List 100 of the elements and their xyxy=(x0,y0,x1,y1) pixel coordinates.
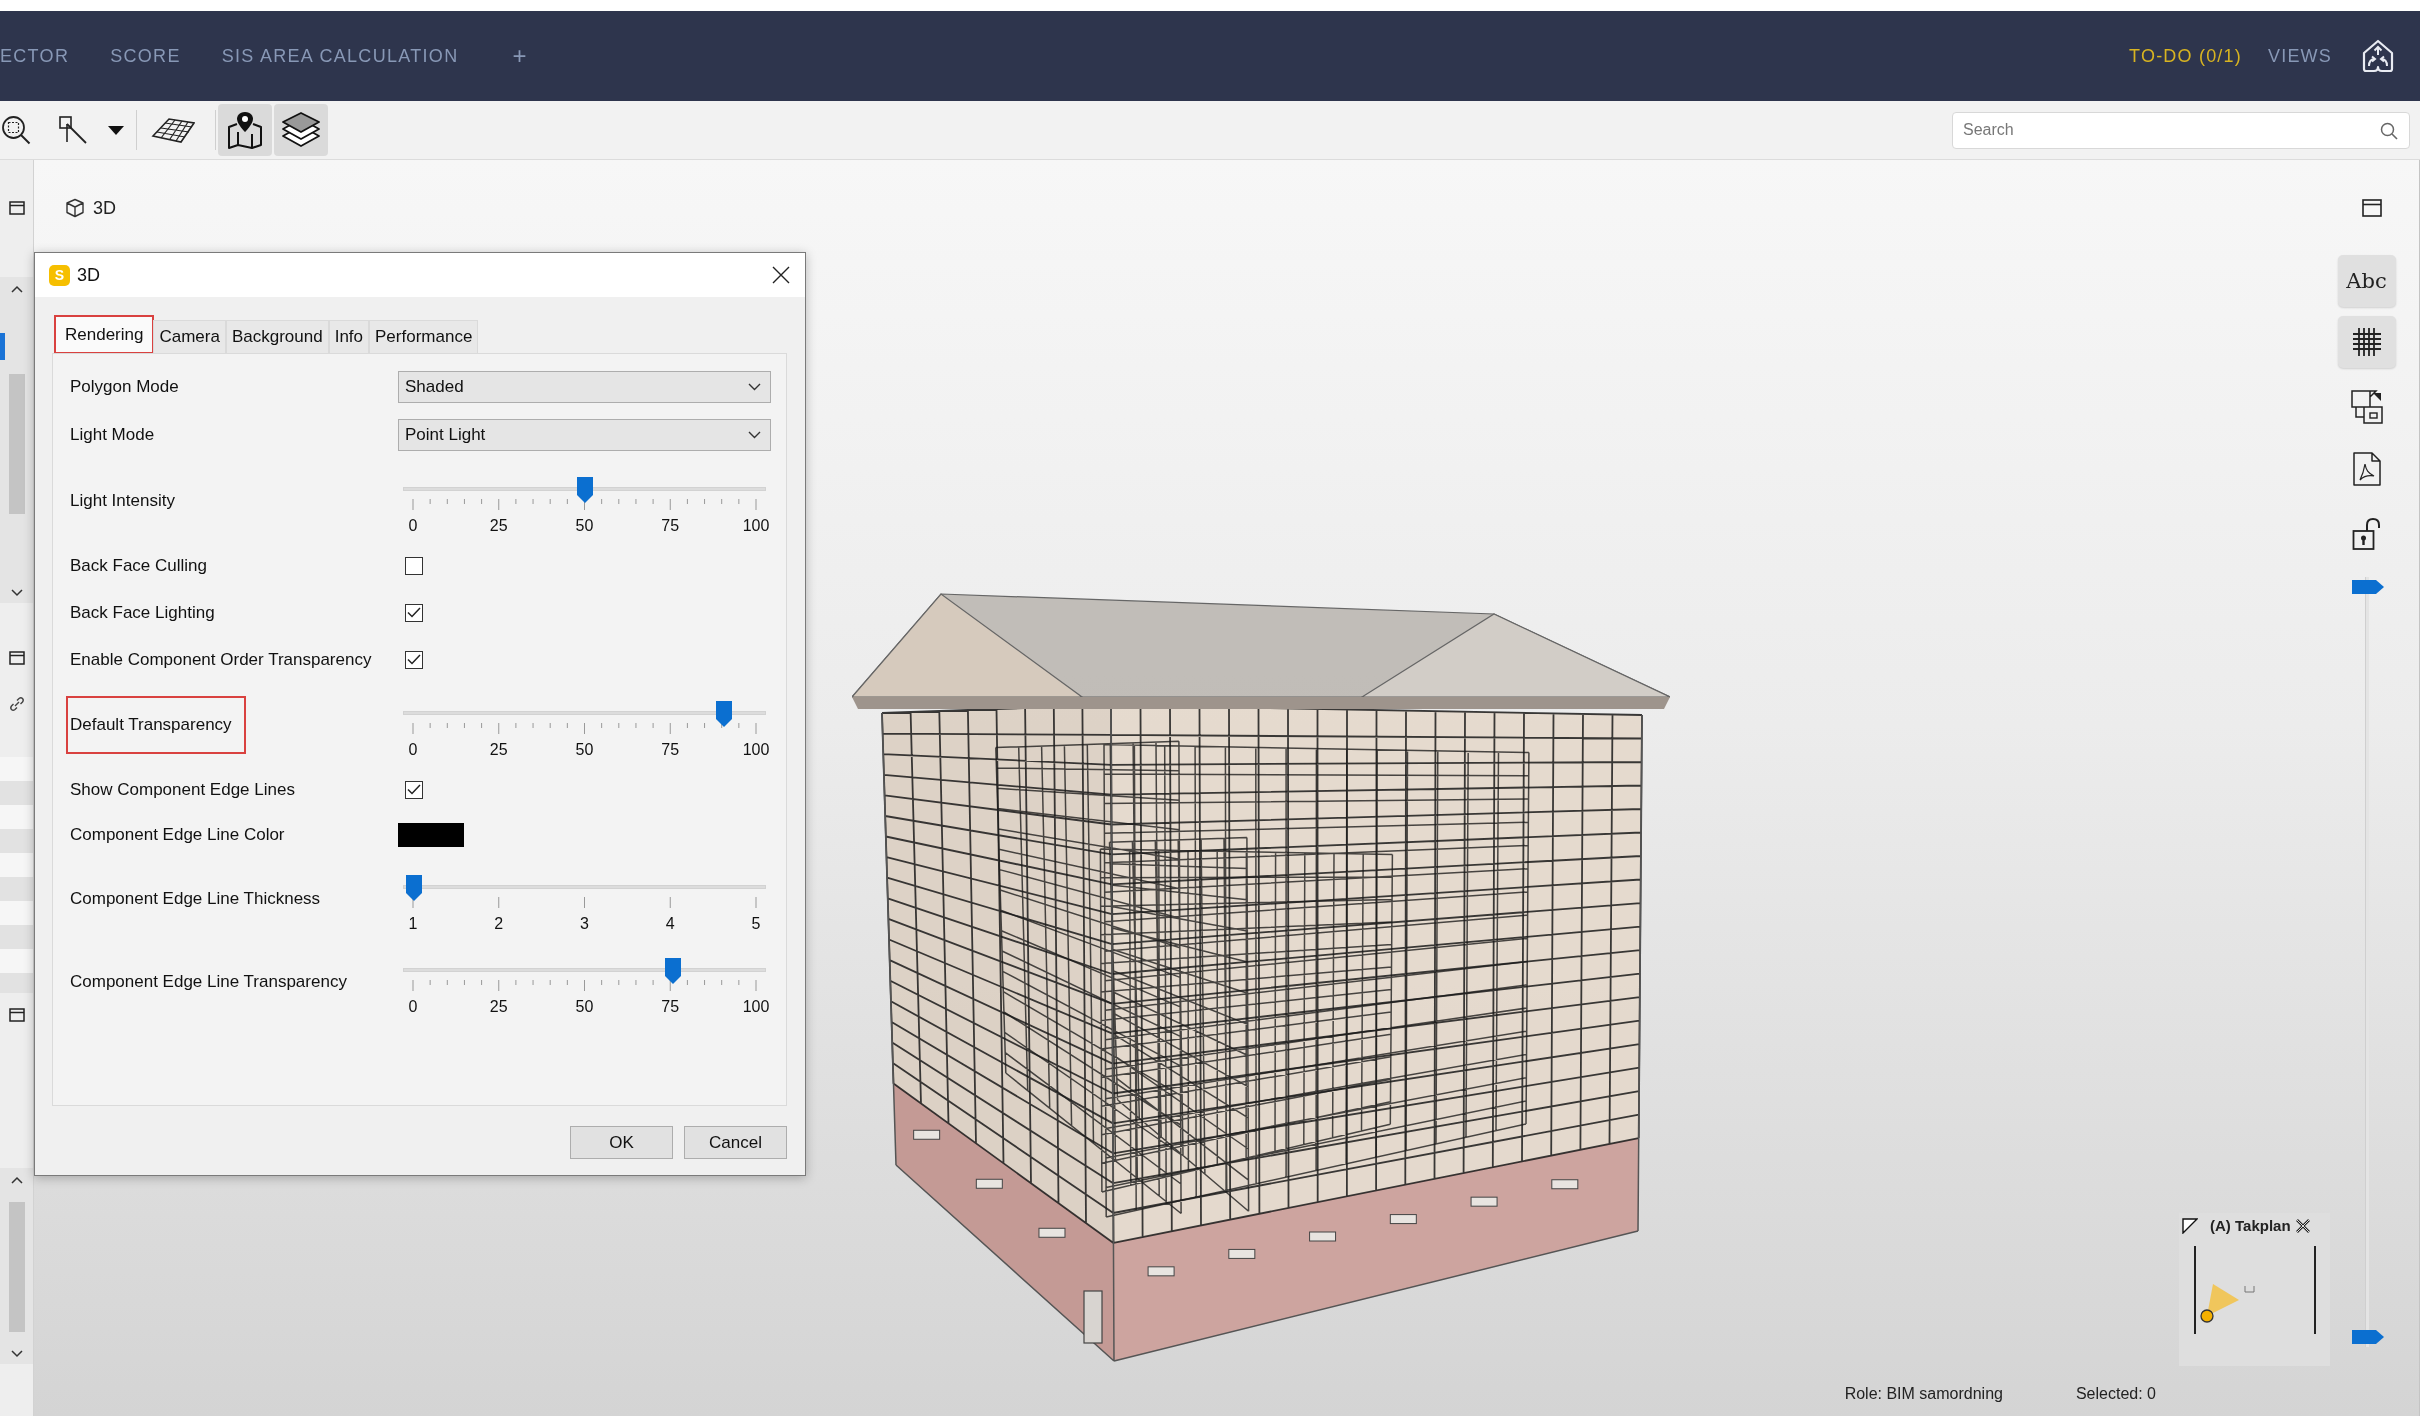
checkbox[interactable] xyxy=(405,780,423,799)
dialog-tab[interactable]: Rendering xyxy=(55,316,154,353)
search-field[interactable]: Search xyxy=(1952,111,2410,149)
checkmark-icon xyxy=(407,654,421,665)
setting-label: Component Edge Line Color xyxy=(70,825,285,845)
chevron-down-icon xyxy=(748,431,761,439)
map-toggle-button[interactable] xyxy=(218,104,272,156)
scroll-thumb[interactable] xyxy=(8,1202,25,1332)
scrollbar[interactable] xyxy=(0,277,33,603)
chevron-up-icon[interactable] xyxy=(10,1176,23,1184)
setting-label: Light Mode xyxy=(70,425,155,445)
chevron-down-icon[interactable] xyxy=(10,1350,23,1358)
cube-icon xyxy=(65,198,85,218)
setting-label: Polygon Mode xyxy=(70,377,179,397)
nav-tab[interactable]: SIS AREA CALCULATION xyxy=(221,45,459,67)
split-documents-icon[interactable] xyxy=(2350,390,2383,424)
slider-thumb[interactable] xyxy=(576,476,593,503)
link-icon[interactable] xyxy=(8,696,25,712)
grid-plane-icon[interactable] xyxy=(151,116,195,144)
tick-label: 0 xyxy=(408,740,418,758)
setting-label: Default Transparency xyxy=(68,697,244,752)
tick-label: 75 xyxy=(661,997,680,1015)
chevron-up-icon[interactable] xyxy=(10,285,23,293)
tick-label: 100 xyxy=(742,740,770,758)
tick-label: 0 xyxy=(408,516,418,534)
grid-icon xyxy=(2351,327,2382,357)
tick-label: 50 xyxy=(575,516,594,534)
selection-count-status: Selected: 0 xyxy=(2075,1385,2156,1403)
close-icon[interactable] xyxy=(772,266,790,284)
search-icon[interactable] xyxy=(2380,121,2398,140)
select-icon[interactable] xyxy=(58,115,88,145)
dialog-tab[interactable]: Camera xyxy=(153,320,226,353)
todo-link[interactable]: TO-DO (0/1) xyxy=(2129,45,2242,67)
setting-label: Show Component Edge Lines xyxy=(70,779,295,800)
tick-label: 1 xyxy=(408,914,418,932)
dialog-tab[interactable]: Background xyxy=(225,320,329,353)
dialog-tab[interactable]: Info xyxy=(328,320,369,353)
caret-icon[interactable] xyxy=(108,125,124,135)
minimap-title: (A) Takplan xyxy=(2210,1217,2291,1234)
setting-label: Component Edge Line Transparency xyxy=(70,971,347,992)
setting-label: Enable Component Order Transparency xyxy=(70,649,372,670)
scrollbar[interactable] xyxy=(0,1168,33,1364)
setting-label: Light Intensity xyxy=(70,490,175,511)
corner-triangle-icon[interactable] xyxy=(2182,1217,2198,1234)
chevron-down-icon xyxy=(748,383,761,391)
tick-label: 50 xyxy=(575,740,594,758)
setting-label: Back Face Culling xyxy=(70,555,207,576)
tick-label: 50 xyxy=(575,997,594,1015)
add-tab-button[interactable]: + xyxy=(512,42,527,70)
tick-label: 25 xyxy=(489,997,508,1015)
cancel-button[interactable]: Cancel xyxy=(684,1126,787,1159)
tick-label: 25 xyxy=(489,740,508,758)
map-pin-icon xyxy=(227,110,263,150)
unlock-icon[interactable] xyxy=(2351,517,2382,551)
house-logo-icon[interactable] xyxy=(2361,38,2395,74)
window-icon[interactable] xyxy=(2361,199,2382,217)
zoom-area-icon[interactable] xyxy=(1,115,31,145)
window-icon[interactable] xyxy=(8,651,25,665)
window-icon[interactable] xyxy=(8,1008,25,1022)
tick-label: 100 xyxy=(742,997,770,1015)
chevron-down-icon[interactable] xyxy=(10,589,23,597)
checkbox[interactable] xyxy=(405,556,423,575)
slider-thumb[interactable] xyxy=(665,957,682,984)
layers-toggle-button[interactable] xyxy=(274,104,328,156)
setting-label: Component Edge Line Thickness xyxy=(70,888,321,909)
pdf-file-icon[interactable] xyxy=(2352,452,2381,486)
views-link[interactable]: VIEWS xyxy=(2268,45,2332,67)
dialog-tab[interactable]: Performance xyxy=(369,320,479,353)
checkmark-icon xyxy=(407,784,421,795)
selection-marker xyxy=(0,333,5,360)
text-label-button[interactable]: Abc xyxy=(2337,255,2396,307)
window-icon[interactable] xyxy=(8,201,25,215)
nav-tab[interactable]: SCORE xyxy=(110,45,181,67)
tick-label: 3 xyxy=(580,914,589,932)
checkmark-icon xyxy=(407,607,421,618)
tick-label: 0 xyxy=(408,997,418,1015)
range-handle[interactable] xyxy=(2351,580,2384,594)
checkbox[interactable] xyxy=(405,650,423,669)
tick-label: 4 xyxy=(665,914,675,932)
layers-icon xyxy=(281,112,321,148)
app-logo-icon: S xyxy=(49,264,70,286)
scroll-thumb[interactable] xyxy=(8,374,25,514)
ok-button[interactable]: OK xyxy=(570,1126,673,1159)
role-status: Role: BIM samordning xyxy=(1844,1385,2003,1403)
tick-label: 100 xyxy=(742,516,770,534)
slider-thumb[interactable] xyxy=(406,874,422,901)
slider-thumb[interactable] xyxy=(716,700,733,727)
nav-tab[interactable]: ECTOR xyxy=(0,45,70,67)
dropdown[interactable]: Shaded xyxy=(398,371,771,403)
dropdown[interactable]: Point Light xyxy=(398,419,771,451)
tick-label: 75 xyxy=(661,740,680,758)
tick-label: 5 xyxy=(751,914,761,932)
tick-label: 25 xyxy=(489,516,508,534)
close-icon[interactable] xyxy=(2294,1217,2311,1234)
view-tab[interactable]: 3D xyxy=(65,197,116,219)
range-handle[interactable] xyxy=(2351,1330,2384,1344)
checkbox[interactable] xyxy=(405,603,423,622)
grid-toggle-button[interactable] xyxy=(2337,316,2396,368)
setting-label: Back Face Lighting xyxy=(70,602,215,623)
color-swatch-icon[interactable] xyxy=(398,823,464,847)
